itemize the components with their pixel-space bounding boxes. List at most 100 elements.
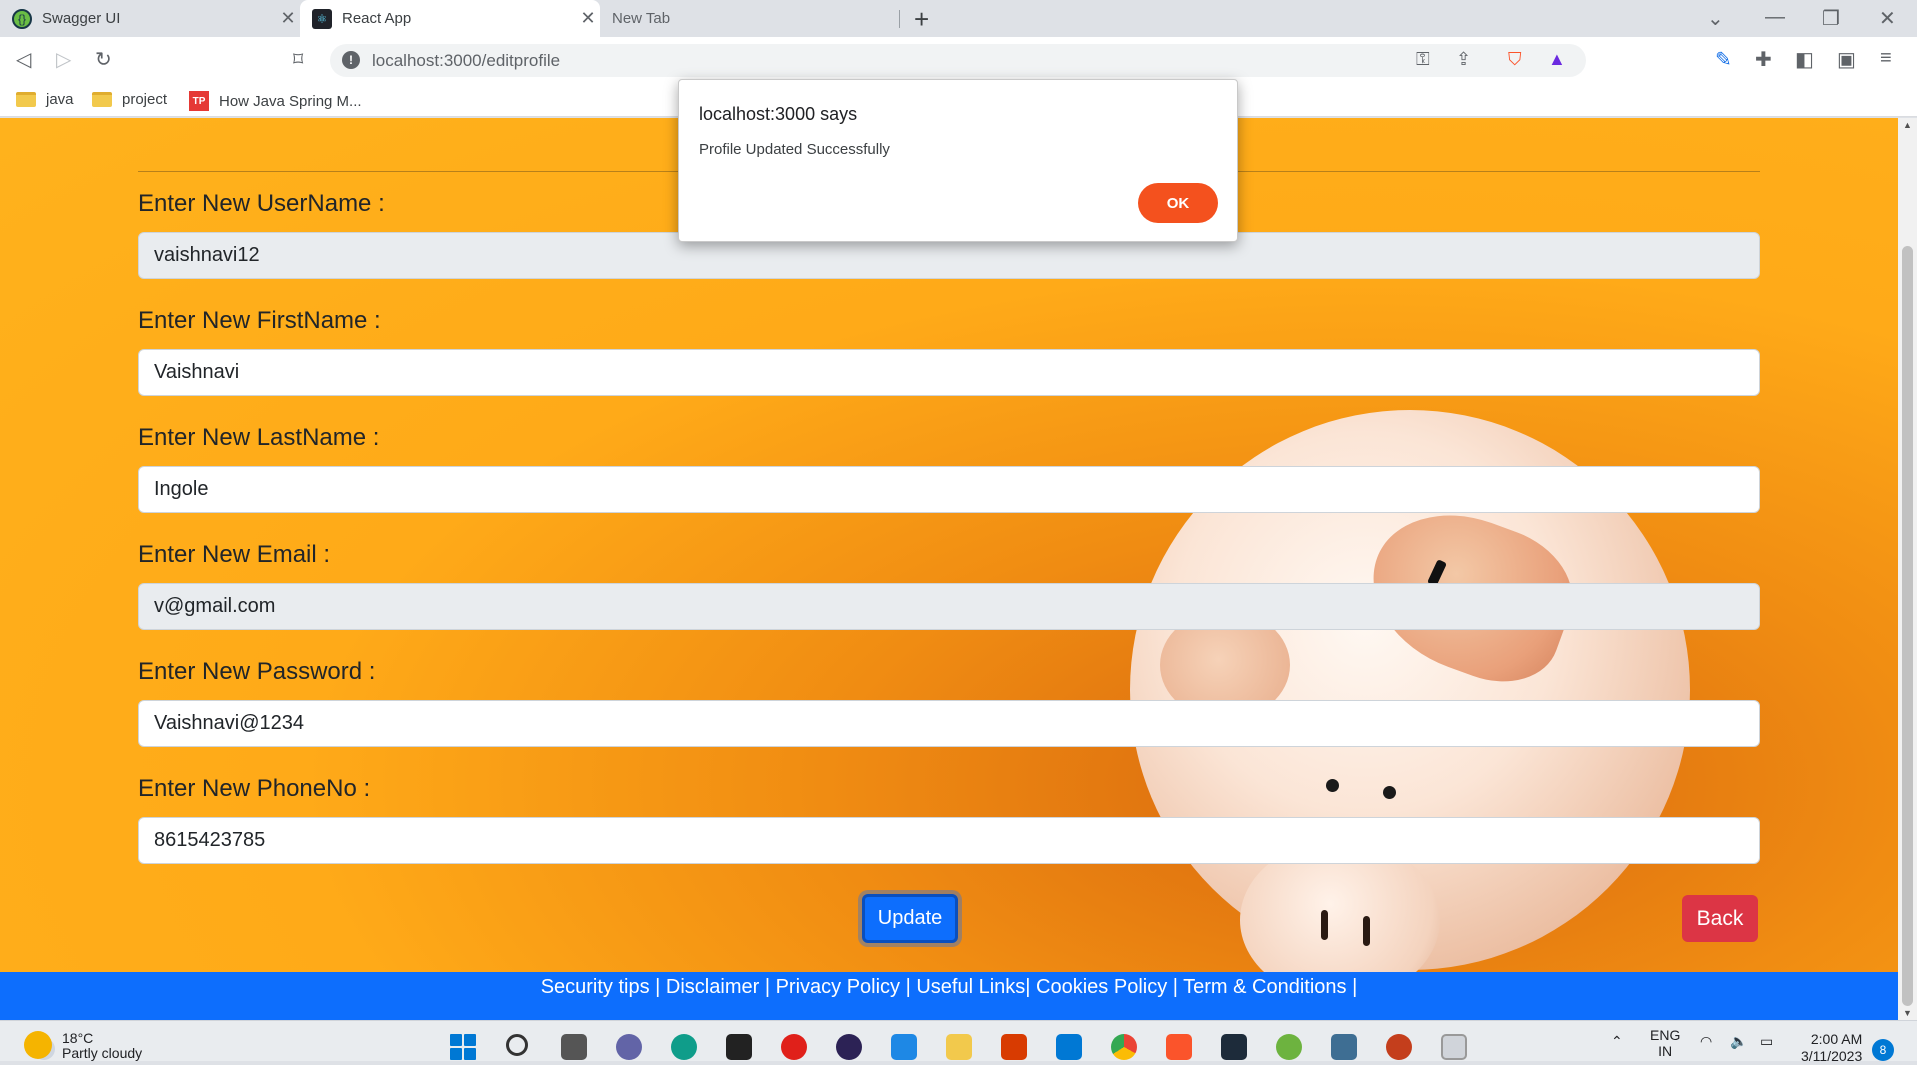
username-label: Enter New UserName :	[138, 190, 385, 217]
scroll-up-icon[interactable]: ▲	[1903, 120, 1912, 130]
footer-links[interactable]: Security tips | Disclaimer | Privacy Pol…	[541, 976, 1358, 998]
tab-new-tab[interactable]: New Tab	[600, 0, 900, 37]
lastname-input[interactable]	[138, 466, 1760, 513]
forward-nav-icon[interactable]: ▷	[56, 47, 71, 72]
bookmark-label: How Java Spring M...	[219, 92, 362, 110]
back-nav-icon[interactable]: ◁	[16, 47, 31, 72]
weather-temperature: 18°C	[62, 1030, 94, 1046]
powerpoint-icon[interactable]	[1386, 1034, 1412, 1060]
extensions-icon[interactable]: ✚	[1755, 47, 1772, 72]
edge-icon[interactable]	[671, 1034, 697, 1060]
spring-icon[interactable]	[1276, 1034, 1302, 1060]
cursor-app-icon[interactable]	[726, 1034, 752, 1060]
email-input[interactable]	[138, 583, 1760, 630]
weather-widget[interactable]: 18°C Partly cloudy	[24, 1031, 142, 1061]
folder-icon	[16, 92, 36, 107]
volume-icon[interactable]: 🔈	[1730, 1033, 1747, 1050]
restore-icon[interactable]: ❐	[1822, 6, 1840, 31]
brave-icon[interactable]	[1166, 1034, 1192, 1060]
tab-react-app[interactable]: ⚛ React App ✕	[300, 0, 600, 37]
close-tab-icon[interactable]: ✕	[276, 8, 300, 29]
tab-swagger-ui[interactable]: {} Swagger UI ✕	[0, 0, 300, 37]
firstname-input[interactable]	[138, 349, 1760, 396]
start-icon[interactable]	[450, 1034, 476, 1060]
phone-input[interactable]	[138, 817, 1760, 864]
piggy-nostril	[1321, 910, 1328, 940]
tp-icon: TP	[189, 91, 209, 111]
url-text: localhost:3000/editprofile	[372, 51, 561, 70]
page-scrollbar[interactable]: ▲ ▼	[1898, 118, 1917, 1020]
region-code: IN	[1658, 1043, 1673, 1059]
notification-badge[interactable]: 8	[1872, 1039, 1894, 1061]
tab-separator	[899, 10, 900, 28]
password-input[interactable]	[138, 700, 1760, 747]
react-icon: ⚛	[312, 8, 332, 29]
minimize-icon[interactable]: —	[1765, 6, 1785, 29]
show-hidden-icons[interactable]: ⌃	[1611, 1033, 1623, 1050]
alert-dialog: localhost:3000 says Profile Updated Succ…	[678, 79, 1238, 242]
task-view-icon[interactable]	[561, 1034, 587, 1060]
piggy-eye	[1326, 779, 1339, 792]
language-indicator[interactable]: ENG IN	[1650, 1027, 1680, 1059]
language-code: ENG	[1650, 1027, 1681, 1043]
close-tab-icon[interactable]: ✕	[576, 8, 600, 29]
wifi-icon[interactable]: ◠	[1700, 1033, 1712, 1050]
phone-label: Enter New PhoneNo :	[138, 775, 371, 802]
mysql-icon[interactable]	[1221, 1034, 1247, 1060]
bookmark-project[interactable]: project	[92, 91, 167, 108]
dialog-ok-button[interactable]: OK	[1138, 183, 1218, 223]
dialog-message: Profile Updated Successfully	[699, 141, 890, 158]
update-button[interactable]: Update	[862, 894, 958, 943]
clock-time: 2:00 AM	[1810, 1031, 1863, 1047]
opera-icon[interactable]	[781, 1034, 807, 1060]
vscode-icon[interactable]	[1056, 1034, 1082, 1060]
swagger-icon: {}	[12, 8, 32, 29]
new-tab-button[interactable]: +	[914, 4, 929, 35]
browser-toolbar: ◁ ▷ ↻ ⌑ ! localhost:3000/editprofile ⚿ ⇪…	[0, 37, 1917, 83]
search-icon[interactable]	[506, 1034, 528, 1056]
bookmark-java-spring[interactable]: TP How Java Spring M...	[189, 91, 362, 111]
tab-title: Swagger UI	[42, 10, 121, 27]
chrome-icon[interactable]	[1111, 1034, 1137, 1060]
eclipse-icon[interactable]	[836, 1034, 862, 1060]
address-bar[interactable]: ! localhost:3000/editprofile ⚿ ⇪ ⛉ ▲	[330, 44, 1586, 77]
reload-icon[interactable]: ↻	[95, 47, 112, 72]
windows-taskbar: 18°C Partly cloudy ⌃ ENG IN ◠ 🔈 ▭ 2:00 A…	[0, 1020, 1917, 1064]
page-footer: Security tips | Disclaimer | Privacy Pol…	[0, 972, 1898, 1020]
mysql-workbench-icon[interactable]	[1331, 1034, 1357, 1060]
password-label: Enter New Password :	[138, 658, 376, 685]
pen-icon[interactable]: ✎	[1715, 47, 1732, 72]
partly-cloudy-icon	[24, 1031, 52, 1059]
file-explorer-icon[interactable]	[946, 1034, 972, 1060]
folder-icon	[92, 92, 112, 107]
bookmark-label: java	[46, 91, 74, 108]
tab-strip: {} Swagger UI ✕ ⚛ React App ✕ New Tab + …	[0, 0, 1917, 37]
brave-rewards-icon[interactable]: ▲	[1548, 49, 1566, 70]
bookmark-icon[interactable]: ⌑	[293, 47, 303, 72]
brave-shield-icon[interactable]: ⛉	[1508, 49, 1522, 70]
lastname-label: Enter New LastName :	[138, 424, 380, 451]
wallet-icon[interactable]: ▣	[1837, 47, 1856, 72]
piggy-nostril	[1363, 916, 1370, 946]
scrollbar-thumb[interactable]	[1902, 246, 1913, 1006]
menu-icon[interactable]: ≡	[1880, 47, 1892, 70]
mail-icon[interactable]	[891, 1034, 917, 1060]
key-icon[interactable]: ⚿	[1416, 49, 1430, 70]
piggy-eye	[1383, 786, 1396, 799]
teams-icon[interactable]	[616, 1034, 642, 1060]
snipping-tool-icon[interactable]	[1441, 1034, 1467, 1060]
sidebar-icon[interactable]: ◧	[1795, 47, 1814, 72]
email-label: Enter New Email :	[138, 541, 331, 568]
share-icon[interactable]: ⇪	[1456, 49, 1471, 70]
firstname-label: Enter New FirstName :	[138, 307, 381, 334]
bookmark-java[interactable]: java	[16, 91, 74, 108]
site-info-icon[interactable]: !	[342, 51, 360, 69]
system-clock[interactable]: 2:00 AM 3/11/2023	[1801, 1031, 1862, 1065]
back-button[interactable]: Back	[1682, 895, 1758, 942]
dialog-title: localhost:3000 says	[699, 104, 858, 124]
tab-search-icon[interactable]: ⌄	[1707, 6, 1724, 31]
scroll-down-icon[interactable]: ▼	[1903, 1008, 1912, 1018]
battery-icon[interactable]: ▭	[1760, 1033, 1773, 1050]
close-window-icon[interactable]: ✕	[1879, 6, 1896, 31]
office-icon[interactable]	[1001, 1034, 1027, 1060]
